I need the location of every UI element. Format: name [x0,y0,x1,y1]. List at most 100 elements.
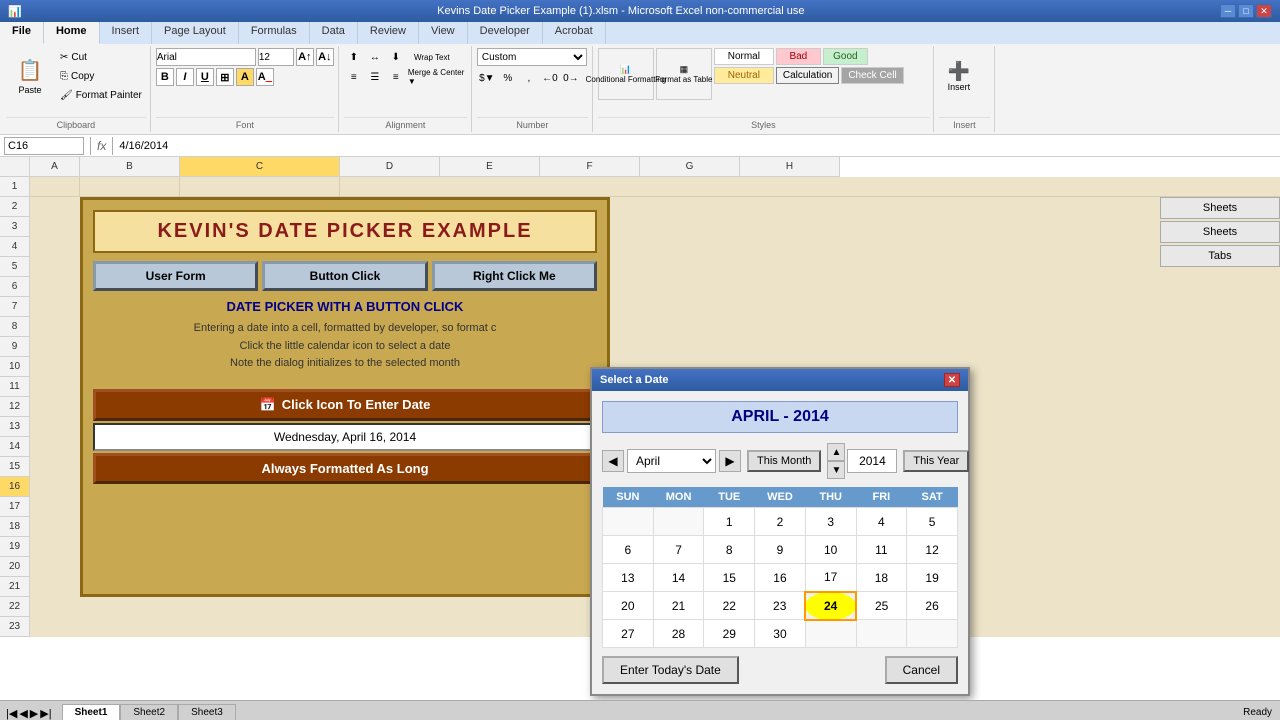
tab-formulas[interactable]: Formulas [239,22,310,44]
row-12[interactable]: 12 [0,397,30,417]
enter-today-button[interactable]: Enter Today's Date [602,656,739,684]
calendar-day-cell[interactable]: 26 [907,592,958,620]
style-normal-button[interactable]: Normal [714,48,774,65]
sheets-button-1[interactable]: Sheets [1160,197,1280,219]
row-4[interactable]: 4 [0,237,30,257]
tab-file[interactable]: File [0,22,44,44]
calendar-day-cell[interactable]: 14 [653,564,704,592]
row-8[interactable]: 8 [0,317,30,337]
tab-insert[interactable]: Insert [100,22,153,44]
tab-view[interactable]: View [419,22,468,44]
number-format-select[interactable]: Custom General Number Currency Date [477,48,587,66]
col-header-f[interactable]: F [540,157,640,177]
calendar-day-cell[interactable]: 19 [907,564,958,592]
format-as-table-button[interactable]: ▦ Format as Table [656,48,712,100]
row-9[interactable]: 9 [0,337,30,357]
date-input-field[interactable]: Wednesday, April 16, 2014 [93,423,597,451]
align-right-button[interactable]: ≡ [386,68,406,86]
calendar-day-cell[interactable]: 4 [856,508,907,536]
calendar-day-cell[interactable]: 25 [856,592,907,620]
row-7[interactable]: 7 [0,297,30,317]
underline-button[interactable]: U [196,68,214,86]
row-13[interactable]: 13 [0,417,30,437]
calendar-day-cell[interactable]: 7 [653,536,704,564]
col-header-b[interactable]: B [80,157,180,177]
calendar-day-cell[interactable]: 18 [856,564,907,592]
row-21[interactable]: 21 [0,577,30,597]
col-header-g[interactable]: G [640,157,740,177]
user-form-button[interactable]: User Form [93,261,258,291]
row-17[interactable]: 17 [0,497,30,517]
row-15[interactable]: 15 [0,457,30,477]
row-2[interactable]: 2 [0,197,30,217]
increase-font-button[interactable]: A↑ [296,48,314,66]
format-painter-button[interactable]: 🖌 Format Painter [56,86,146,104]
minimize-button[interactable]: ─ [1220,4,1236,18]
sheet-tab-sheet3[interactable]: Sheet3 [178,704,236,720]
style-calculation-button[interactable]: Calculation [776,67,839,84]
always-formatted-label[interactable]: Always Formatted As Long [93,453,597,484]
row-6[interactable]: 6 [0,277,30,297]
align-center-button[interactable]: ☰ [365,68,385,86]
calendar-day-cell[interactable]: 10 [805,536,856,564]
sheet-nav-last[interactable]: ▶| [40,707,51,720]
tab-acrobat[interactable]: Acrobat [543,22,606,44]
calendar-day-cell[interactable]: 13 [603,564,654,592]
year-input[interactable] [847,449,897,473]
row-5[interactable]: 5 [0,257,30,277]
sheet-tab-sheet1[interactable]: Sheet1 [62,704,121,720]
align-top-button[interactable]: ⬆ [344,48,364,66]
row-22[interactable]: 22 [0,597,30,617]
this-month-button[interactable]: This Month [747,450,821,472]
copy-button[interactable]: ⎘ Copy [56,67,146,85]
calendar-day-cell[interactable]: 15 [704,564,755,592]
cut-button[interactable]: ✂ Cut [56,48,146,66]
calendar-day-cell[interactable]: 27 [603,620,654,648]
row-1[interactable]: 1 [0,177,30,197]
sheet-nav-first[interactable]: |◀ [6,707,17,720]
row-11[interactable]: 11 [0,377,30,397]
calendar-day-cell[interactable]: 12 [907,536,958,564]
calendar-day-cell[interactable]: 11 [856,536,907,564]
tab-developer[interactable]: Developer [468,22,543,44]
calendar-day-cell[interactable]: 24 [805,592,856,620]
percent-button[interactable]: % [498,69,518,87]
calendar-day-cell[interactable]: 16 [755,564,806,592]
style-neutral-button[interactable]: Neutral [714,67,774,84]
row-3[interactable]: 3 [0,217,30,237]
tab-home[interactable]: Home [44,22,100,44]
comma-button[interactable]: , [519,69,539,87]
maximize-button[interactable]: □ [1238,4,1254,18]
calendar-day-cell[interactable]: 8 [704,536,755,564]
calendar-day-cell[interactable]: 6 [603,536,654,564]
row-19[interactable]: 19 [0,537,30,557]
font-name-input[interactable] [156,48,256,66]
year-up-button[interactable]: ▲ [827,443,845,461]
next-month-button[interactable]: ▶ [719,450,741,472]
fill-color-button[interactable]: A [236,68,254,86]
tab-data[interactable]: Data [310,22,358,44]
merge-cells-button[interactable]: Merge & Center ▼ [407,68,467,86]
calendar-day-cell[interactable]: 17 [805,564,856,592]
decrease-decimal-button[interactable]: ←0 [540,69,560,87]
border-button[interactable]: ⊞ [216,68,234,86]
align-left-button[interactable]: ≡ [344,68,364,86]
calendar-day-cell[interactable]: 28 [653,620,704,648]
year-down-button[interactable]: ▼ [827,461,845,479]
increase-decimal-button[interactable]: 0→ [561,69,581,87]
row-16[interactable]: 16 [0,477,30,497]
calendar-day-cell[interactable]: 22 [704,592,755,620]
calendar-day-cell[interactable]: 5 [907,508,958,536]
sheet-nav-prev[interactable]: ◀ [19,707,27,720]
sheets-button-2[interactable]: Sheets [1160,221,1280,243]
row-20[interactable]: 20 [0,557,30,577]
font-color-button[interactable]: A_ [256,68,274,86]
wrap-text-button[interactable]: Wrap Text [407,48,457,66]
calendar-day-cell[interactable]: 2 [755,508,806,536]
italic-button[interactable]: I [176,68,194,86]
style-bad-button[interactable]: Bad [776,48,821,65]
cancel-button[interactable]: Cancel [885,656,958,684]
prev-month-button[interactable]: ◀ [602,450,624,472]
calendar-day-cell[interactable]: 23 [755,592,806,620]
sheet-nav-next[interactable]: ▶ [30,707,38,720]
